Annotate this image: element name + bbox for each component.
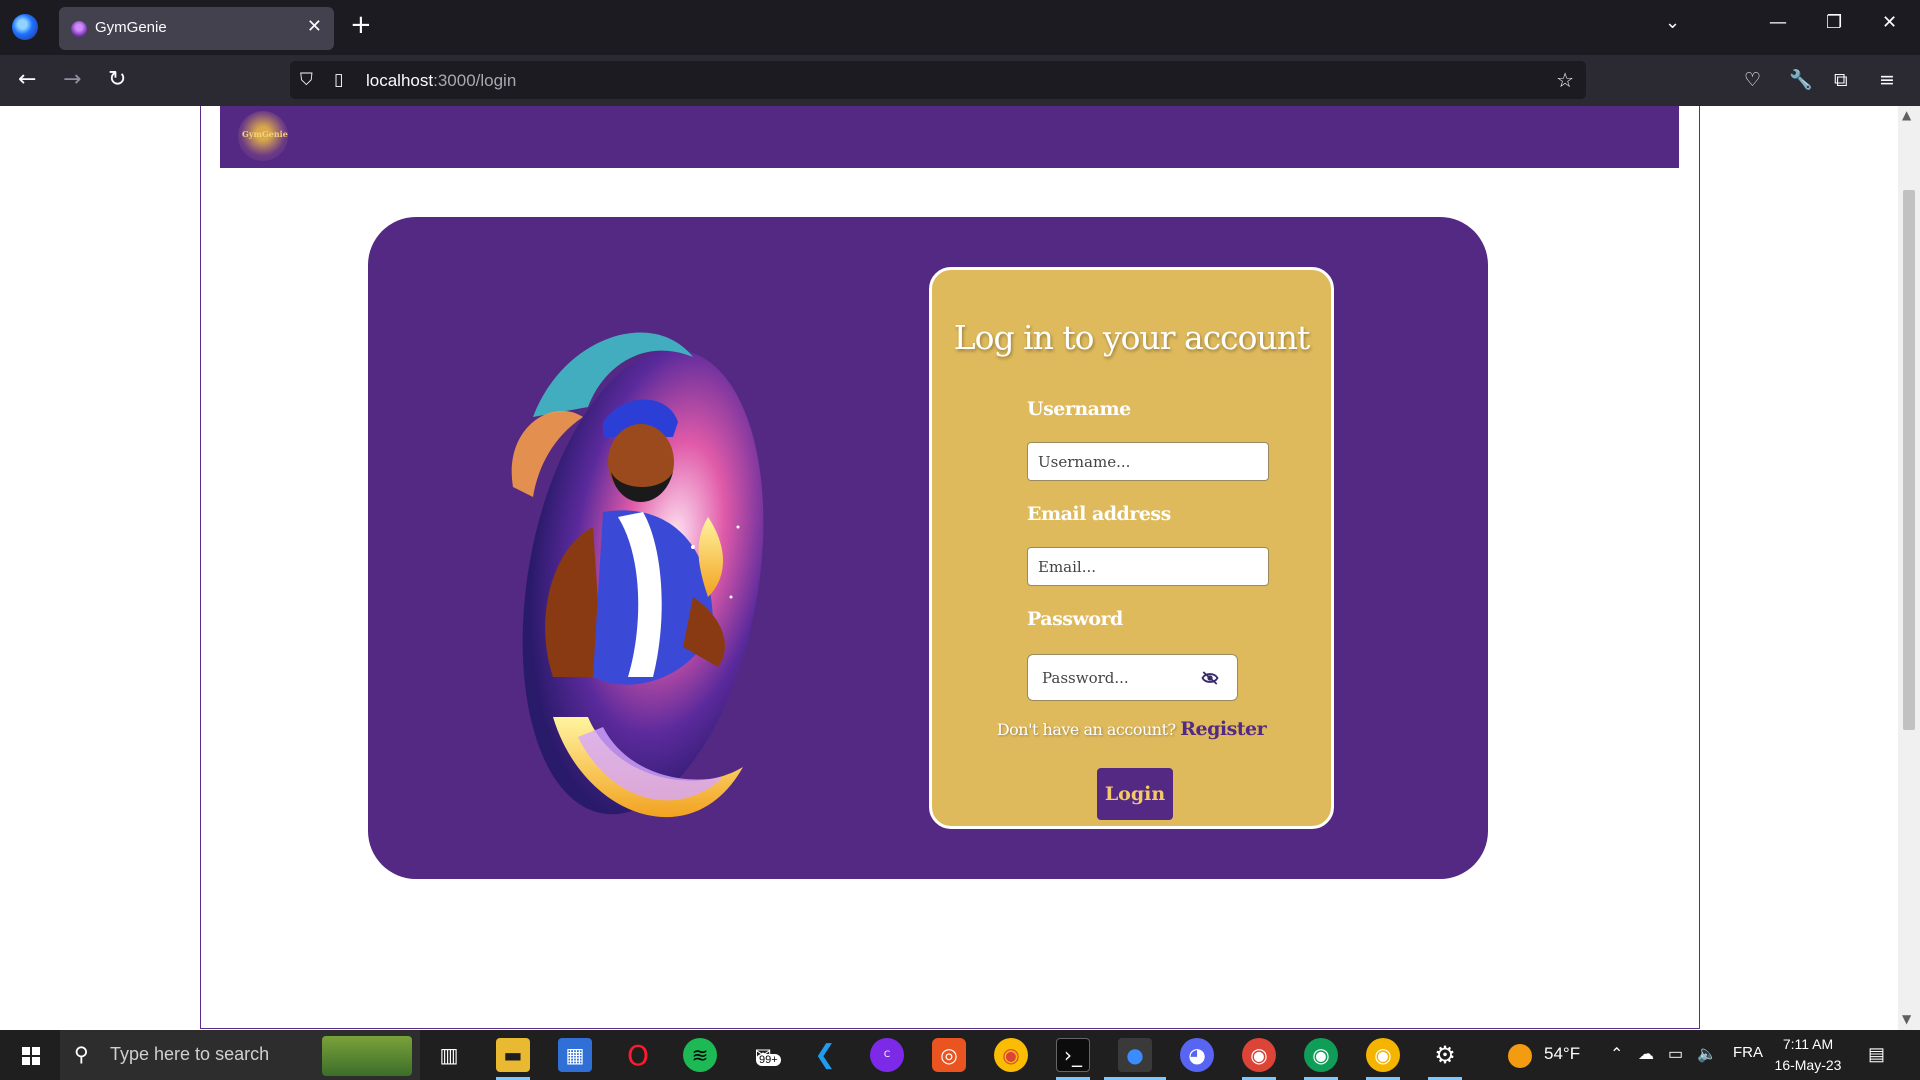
chrome-icon[interactable]: ◉ [994,1038,1028,1072]
site-logo-text: GymGenie [242,129,288,139]
volume-icon[interactable]: 🔈 [1697,1044,1717,1064]
chrome-profile-2-icon[interactable]: ◉ [1304,1038,1338,1072]
chrome-profile-1-icon[interactable]: ◉ [1242,1038,1276,1072]
clock[interactable]: 7:11 AM 16-May-23 [1770,1034,1846,1076]
tab-gymgenie[interactable]: GymGenie ✕ [59,7,334,50]
scrollbar-thumb[interactable] [1903,190,1915,730]
menu-icon[interactable]: ≡ [1879,67,1895,93]
forward-icon[interactable]: → [63,67,81,93]
terminal-icon[interactable]: ›_ [1056,1038,1090,1072]
no-account-text: Don't have an account? [996,720,1176,739]
restore-icon[interactable]: ❐ [1826,12,1842,33]
login-button[interactable]: Login [1097,768,1173,820]
weather-sun-icon[interactable] [1508,1044,1532,1068]
url-text[interactable]: localhost:3000/login [366,71,516,91]
email-label: Email address [1027,503,1171,525]
page-scrollbar[interactable]: ▲ ▼ [1898,106,1920,1030]
spotify-icon[interactable]: ≋ [683,1038,717,1072]
login-title: Log in to your account [953,318,1311,357]
taskbar-search-box[interactable]: ⚲ Type here to search [60,1030,420,1080]
back-icon[interactable]: ← [18,67,36,93]
browser-nav-bar: ← → ↻ ⛉ ▯ localhost:3000/login ☆ ♡ 🔧 ⧉ ≡ [0,55,1920,106]
password-input[interactable] [1028,655,1198,700]
file-explorer-icon[interactable]: ▬ [496,1038,530,1072]
vscode-icon[interactable]: ❮ [808,1038,842,1072]
chrome-profile-3-icon[interactable]: ◉ [1366,1038,1400,1072]
password-label: Password [1027,608,1123,630]
search-icon: ⚲ [74,1042,89,1066]
eye-slash-icon[interactable] [1201,670,1219,686]
tab-close-icon[interactable]: ✕ [307,16,322,37]
start-windows-icon[interactable] [22,1047,40,1065]
discord-icon[interactable]: ◕ [1180,1038,1214,1072]
show-hidden-icons-icon[interactable]: ⌃ [1610,1044,1623,1064]
settings-gear-icon[interactable]: ⚙ [1428,1038,1462,1072]
site-logo[interactable]: GymGenie [238,111,288,161]
language-indicator[interactable]: FRA [1733,1044,1763,1061]
username-input[interactable] [1027,442,1269,481]
email-input[interactable] [1027,547,1269,586]
register-link[interactable]: Register [1180,718,1266,740]
extensions-icon[interactable]: ⧉ [1834,67,1848,93]
minimize-icon[interactable]: — [1769,12,1787,33]
task-view-icon[interactable]: ▥ [432,1038,466,1072]
dev-tools-wrench-icon[interactable]: 🔧 [1789,67,1813,93]
login-panel: Log in to your account Username Email ad… [368,217,1488,879]
firefox-logo-icon[interactable] [12,14,38,40]
search-placeholder: Type here to search [110,1044,270,1064]
url-host: localhost [366,71,434,90]
url-bar[interactable]: ⛉ ▯ localhost:3000/login ☆ [290,61,1586,99]
browser-tab-bar: GymGenie ✕ + ⌄ — ❐ ✕ [0,0,1920,55]
close-window-icon[interactable]: ✕ [1882,12,1897,33]
clock-date: 16-May-23 [1774,1057,1842,1073]
ubuntu-icon[interactable]: ◎ [932,1038,966,1072]
username-label: Username [1027,398,1131,420]
scroll-up-icon[interactable]: ▲ [1902,108,1911,122]
windows-taskbar: ⚲ Type here to search ▥ ▬ ▦ O ≋ ✉ 99+ ❮ … [0,1030,1920,1080]
canva-icon[interactable]: C [870,1038,904,1072]
scroll-down-icon[interactable]: ▼ [1902,1012,1911,1026]
mail-badge: 99+ [756,1054,781,1066]
tab-favicon-icon [71,21,87,37]
reload-icon[interactable]: ↻ [108,67,126,93]
microsoft-store-icon[interactable]: ▦ [558,1038,592,1072]
url-path: :3000/login [433,71,517,90]
onedrive-cloud-icon[interactable]: ☁ [1638,1044,1654,1064]
tab-title: GymGenie [95,19,167,36]
new-tab-button[interactable]: + [350,12,372,38]
register-prompt: Don't have an account? Register [932,718,1331,740]
page-info-icon[interactable]: ▯ [334,70,343,90]
tracking-shield-icon[interactable]: ⛉ [300,70,313,90]
search-highlight-image [322,1036,412,1076]
site-header: GymGenie [220,106,1679,168]
firefox-taskbar-icon[interactable]: ● [1118,1038,1152,1072]
battery-icon[interactable]: ▭ [1668,1044,1683,1064]
notifications-icon[interactable]: ▤ [1868,1044,1885,1065]
password-field [1027,654,1238,701]
page-viewport: GymGenie Log in to your account Username… [0,106,1898,1030]
list-all-tabs-icon[interactable]: ⌄ [1665,12,1680,33]
login-card: Log in to your account Username Email ad… [929,267,1334,829]
genie-illustration [511,332,764,818]
clock-time: 7:11 AM [1782,1036,1834,1052]
pocket-icon[interactable]: ♡ [1744,67,1761,93]
weather-temp[interactable]: 54°F [1544,1044,1580,1064]
bookmark-star-icon[interactable]: ☆ [1556,68,1574,92]
opera-icon[interactable]: O [621,1038,655,1072]
